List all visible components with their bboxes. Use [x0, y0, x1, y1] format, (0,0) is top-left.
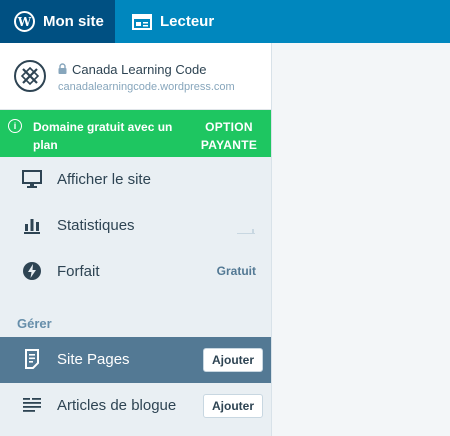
sidebar-item-plan[interactable]: Forfait Gratuit [0, 249, 271, 295]
site-url: canadalearningcode.wordpress.com [58, 81, 235, 93]
sidebar-item-label: Statistiques [57, 217, 135, 234]
lock-icon [58, 62, 67, 77]
add-page-button[interactable]: Ajouter [203, 348, 263, 372]
masterbar: W Mon site Lecteur [0, 0, 450, 43]
section-heading-manage: Gérer [17, 316, 52, 331]
plan-badge: Gratuit [216, 264, 256, 278]
upsell-cta[interactable]: OPTION PAYANTE [196, 118, 262, 154]
site-title: Canada Learning Code [58, 62, 206, 77]
sidebar-item-stats[interactable]: Statistiques [0, 203, 271, 249]
main-content-area [273, 43, 450, 436]
sidebar-item-label: Site Pages [57, 351, 130, 368]
my-site-label: Mon site [43, 13, 104, 30]
stats-icon [22, 215, 42, 235]
sidebar-item-blog-posts[interactable]: Articles de blogue Ajouter [0, 383, 271, 429]
stats-sparkline-icon [237, 221, 255, 234]
reader-icon [132, 13, 152, 30]
computer-icon [22, 169, 42, 189]
page-icon [22, 349, 42, 369]
upsell-message: Domaine gratuit avec un plan [33, 120, 173, 152]
upsell-banner[interactable]: i Domaine gratuit avec un plan OPTION PA… [0, 110, 271, 157]
sidebar-item-label: Forfait [57, 263, 100, 280]
reader-tab[interactable]: Lecteur [115, 0, 214, 43]
site-title-text: Canada Learning Code [72, 62, 207, 77]
add-post-button[interactable]: Ajouter [203, 394, 263, 418]
my-site-tab[interactable]: W Mon site [0, 0, 115, 43]
site-logo-icon [14, 60, 46, 92]
sidebar-item-label: Afficher le site [57, 171, 151, 188]
site-card[interactable]: Canada Learning Code canadalearningcode.… [0, 43, 271, 110]
wordpress-logo-icon: W [14, 11, 35, 32]
reader-label: Lecteur [160, 13, 215, 30]
sidebar-item-site-pages[interactable]: Site Pages Ajouter [0, 337, 271, 383]
sidebar: Canada Learning Code canadalearningcode.… [0, 43, 272, 436]
info-icon: i [8, 119, 22, 133]
sidebar-item-label: Articles de blogue [57, 397, 177, 414]
sidebar-item-view-site[interactable]: Afficher le site [0, 157, 271, 203]
posts-icon [22, 395, 42, 415]
plan-bolt-icon [22, 261, 42, 281]
